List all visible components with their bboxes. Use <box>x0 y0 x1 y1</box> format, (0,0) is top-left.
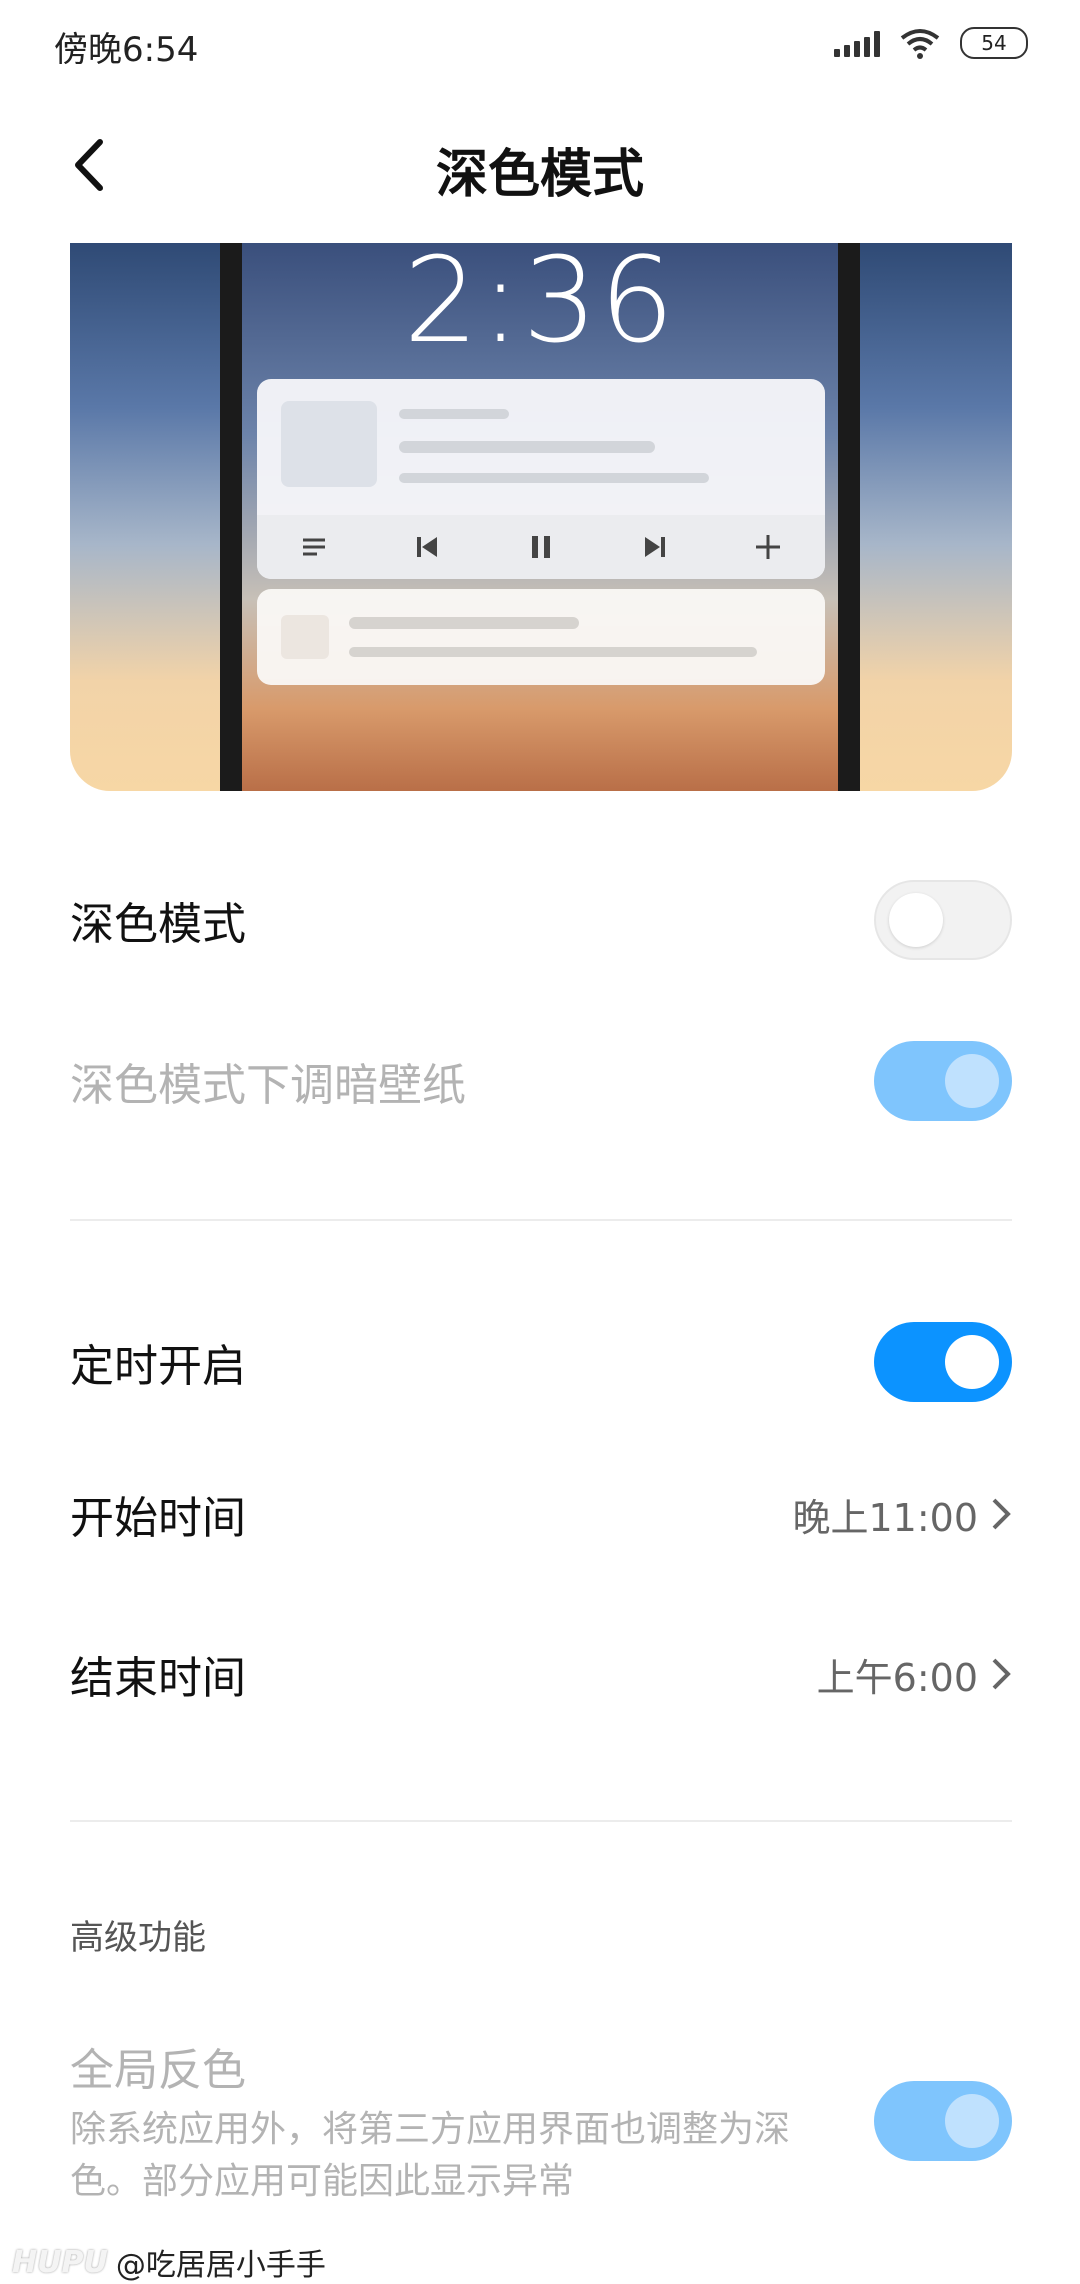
start-time-value: 晚上11:00 <box>792 1495 978 1540</box>
start-time-row[interactable]: 开始时间 晚上11:00 <box>70 1482 1012 1546</box>
dim-wallpaper-toggle[interactable] <box>874 1041 1012 1121</box>
music-notification-card <box>257 379 825 579</box>
watermark: HUPU @吃居居小手手 <box>12 2240 326 2284</box>
dark-mode-toggle[interactable] <box>874 880 1012 960</box>
wifi-icon <box>900 29 940 59</box>
scheduled-toggle[interactable] <box>874 1322 1012 1402</box>
signal-icon <box>834 29 880 57</box>
start-time-label: 开始时间 <box>70 1493 246 1544</box>
divider <box>70 1219 1012 1221</box>
chevron-right-icon <box>992 1658 1011 1690</box>
end-time-value-group: 上午6:00 <box>817 1647 1012 1702</box>
pause-icon <box>531 536 550 558</box>
chevron-right-icon <box>992 1498 1011 1530</box>
global-invert-label: 全局反色 <box>70 2045 246 2096</box>
status-time: 傍晚6:54 <box>54 30 199 70</box>
global-invert-toggle[interactable] <box>874 2081 1012 2161</box>
divider <box>70 1820 1012 1822</box>
next-icon <box>644 537 665 557</box>
end-time-value: 上午6:00 <box>816 1655 978 1700</box>
battery-icon: 54 <box>960 27 1028 59</box>
end-time-row[interactable]: 结束时间 上午6:00 <box>70 1642 1012 1706</box>
plus-icon <box>756 535 781 559</box>
lockscreen-time: 2:36 <box>403 243 677 369</box>
phone-mockup: 2:36 <box>220 243 860 791</box>
status-bar: 傍晚6:54 54 <box>0 0 1080 90</box>
end-time-label: 结束时间 <box>70 1653 246 1704</box>
playlist-icon <box>302 538 325 556</box>
watermark-brand: HUPU <box>12 2244 108 2280</box>
header: 深色模式 <box>0 110 1080 220</box>
status-icons: 54 <box>834 26 1028 60</box>
media-controls <box>257 515 825 579</box>
dark-mode-row[interactable]: 深色模式 <box>70 880 1012 960</box>
page-title: 深色模式 <box>435 145 644 205</box>
scheduled-label: 定时开启 <box>70 1341 246 1392</box>
global-invert-row[interactable]: 全局反色 除系统应用外，将第三方应用界面也调整为深色。部分应用可能因此显示异常 <box>70 2034 1012 2208</box>
dark-mode-label: 深色模式 <box>70 899 246 950</box>
start-time-value-group: 晚上11:00 <box>792 1487 1012 1542</box>
watermark-user: @吃居居小手手 <box>115 2248 326 2283</box>
global-invert-description: 除系统应用外，将第三方应用界面也调整为深色。部分应用可能因此显示异常 <box>70 2109 791 2202</box>
global-invert-text: 全局反色 除系统应用外，将第三方应用界面也调整为深色。部分应用可能因此显示异常 <box>70 2034 830 2208</box>
album-thumbnail <box>281 401 377 487</box>
dark-mode-preview: 2:36 <box>70 243 1012 791</box>
previous-icon <box>417 537 438 557</box>
notification-card <box>257 589 825 685</box>
scheduled-row[interactable]: 定时开启 <box>70 1322 1012 1402</box>
dim-wallpaper-row[interactable]: 深色模式下调暗壁纸 <box>70 1041 1012 1121</box>
section-title-advanced: 高级功能 <box>70 1918 206 1958</box>
dim-wallpaper-label: 深色模式下调暗壁纸 <box>70 1060 466 1111</box>
